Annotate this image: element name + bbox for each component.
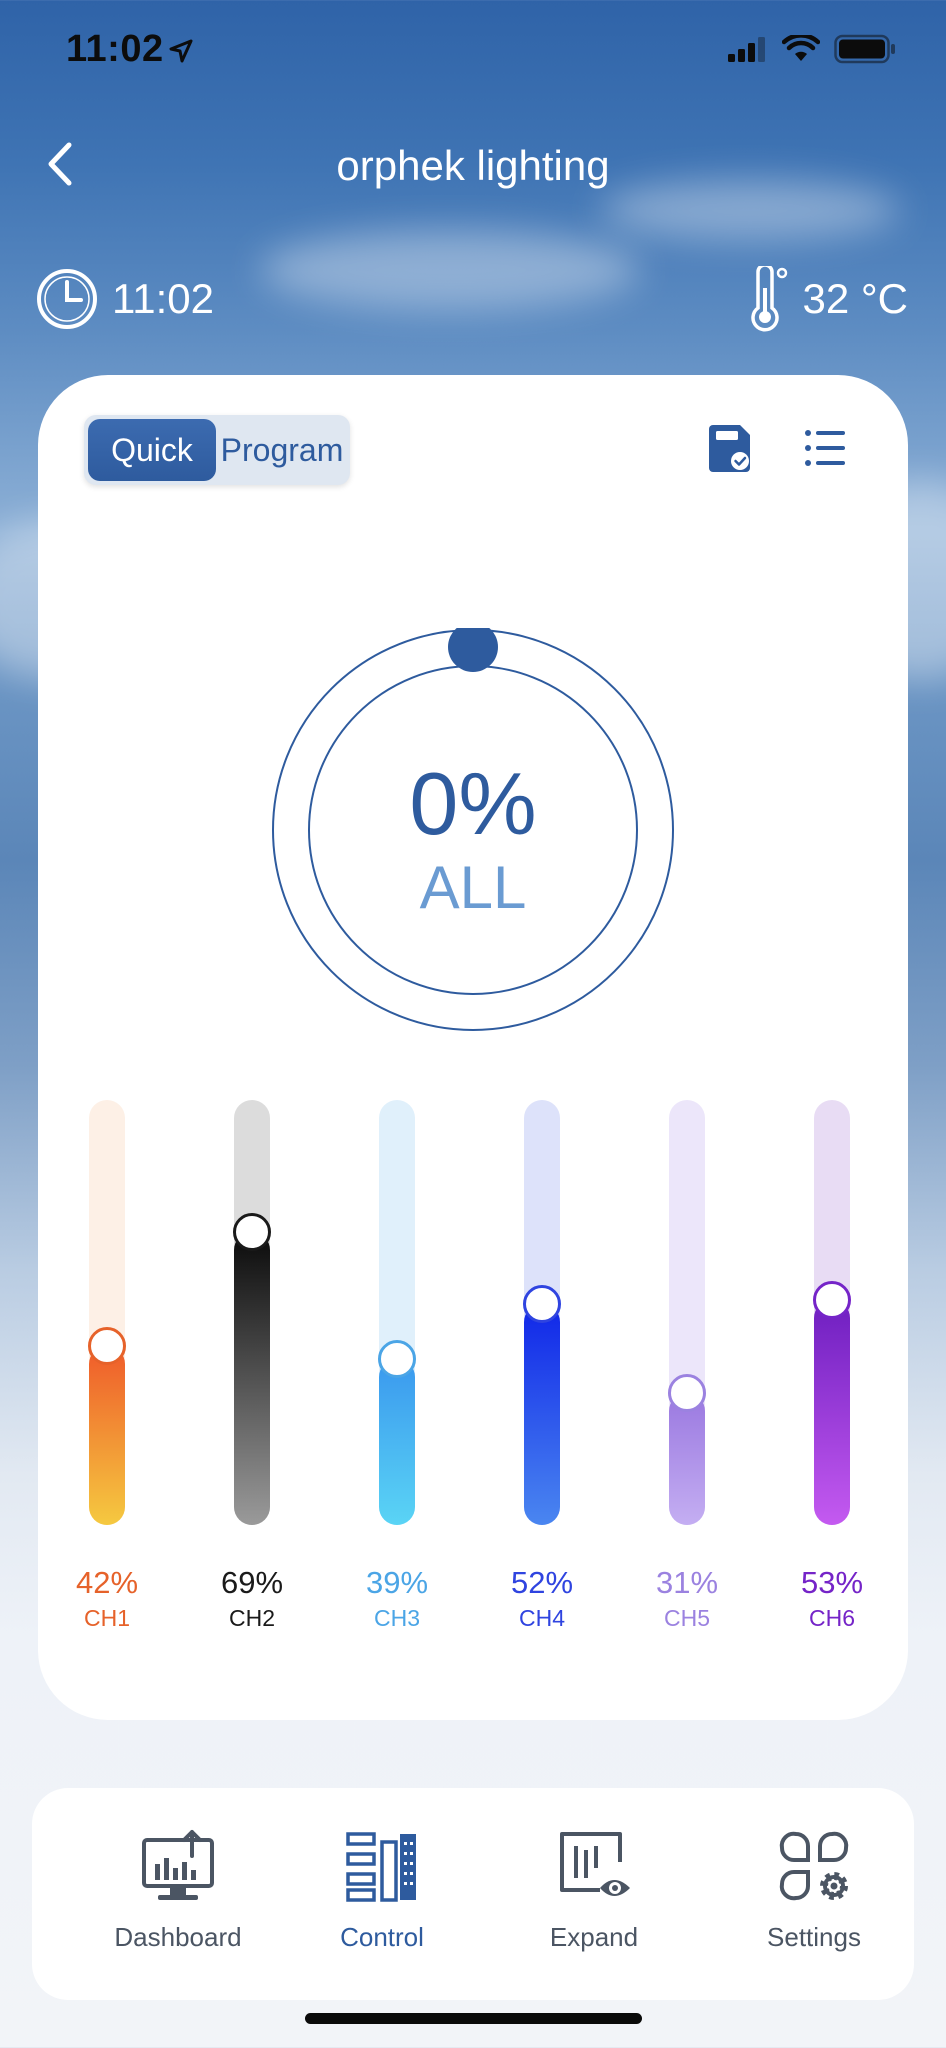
tab-expand-label: Expand <box>549 1922 639 1952</box>
tab-control-label: Control <box>340 1922 424 1952</box>
ch1-fill <box>89 1346 125 1525</box>
ch6-value: 53% <box>800 1565 864 1600</box>
ch5-label: CH5 <box>663 1605 710 1631</box>
temperature-readout: 32 °C <box>744 266 908 332</box>
thermometer-icon <box>751 266 788 332</box>
home-indicator[interactable] <box>305 2013 642 2024</box>
ch3-slider[interactable] <box>378 1100 416 1525</box>
status-icons <box>728 34 896 64</box>
ch5-slider[interactable] <box>668 1100 706 1525</box>
ch1-label: CH1 <box>83 1605 130 1631</box>
wifi-icon <box>782 35 820 61</box>
ch4-value: 52% <box>510 1565 574 1600</box>
settings-icon <box>779 1831 849 1901</box>
dial-thumb <box>448 628 498 672</box>
ch5-value: 31% <box>655 1565 719 1600</box>
ch4-thumb[interactable] <box>523 1285 561 1323</box>
ch3-thumb[interactable] <box>378 1340 416 1378</box>
control-icon <box>346 1832 416 1902</box>
ch2-value: 69% <box>220 1565 284 1600</box>
ch6-slider[interactable] <box>813 1100 851 1525</box>
info-row: 11:02 32 °C <box>0 262 946 334</box>
battery-icon <box>834 34 895 64</box>
current-time: 11:02 <box>36 268 214 330</box>
control-card: Quick Program 0% ALL 42% CH1 69% CH2 39%… <box>38 375 908 1720</box>
ch5-fill <box>669 1393 705 1525</box>
master-label: ALL <box>419 854 527 921</box>
ch6-label: CH6 <box>808 1605 855 1631</box>
ch3-value: 39% <box>365 1565 429 1600</box>
program-mode-tab[interactable]: Program <box>218 419 346 481</box>
save-button[interactable] <box>706 423 754 475</box>
status-time: 11:02 <box>66 28 164 70</box>
location-arrow-icon <box>169 39 193 63</box>
time-value: 11:02 <box>112 275 214 322</box>
status-bar: 11:02 <box>0 0 946 100</box>
ch2-label: CH2 <box>228 1605 275 1631</box>
tab-expand[interactable]: Expand <box>504 1828 684 1978</box>
tab-dashboard-label: Dashboard <box>114 1922 242 1952</box>
quick-mode-tab[interactable]: Quick <box>88 419 216 481</box>
ch4-label: CH4 <box>518 1605 565 1631</box>
temperature-value: 32 °C <box>802 275 908 322</box>
ch3-label: CH3 <box>373 1605 420 1631</box>
mode-toggle: Quick Program <box>84 415 350 485</box>
ch6-thumb[interactable] <box>813 1281 851 1319</box>
ch6-fill <box>814 1300 850 1525</box>
tab-dashboard[interactable]: Dashboard <box>88 1828 268 1978</box>
tab-settings-label: Settings <box>767 1922 861 1952</box>
dashboard-icon <box>142 1830 214 1900</box>
ch1-slider[interactable] <box>88 1100 126 1525</box>
tab-settings[interactable]: Settings <box>724 1828 904 1978</box>
ch2-fill <box>234 1232 270 1525</box>
ch3-fill <box>379 1359 415 1525</box>
tab-bar: Dashboard Control Expand Settings <box>32 1788 914 2000</box>
ch4-fill <box>524 1304 560 1525</box>
expand-icon <box>560 1832 630 1896</box>
ch2-thumb[interactable] <box>233 1213 271 1251</box>
cellular-signal-icon <box>728 37 765 62</box>
list-icon <box>805 430 845 466</box>
ch1-value: 42% <box>75 1565 139 1600</box>
clock-icon <box>37 269 97 329</box>
tab-control[interactable]: Control <box>292 1828 472 1978</box>
list-button[interactable] <box>804 427 846 469</box>
nav-bar: orphek lighting <box>0 130 946 200</box>
ch4-slider[interactable] <box>523 1100 561 1525</box>
master-value: 0% <box>409 754 537 853</box>
ch5-thumb[interactable] <box>668 1374 706 1412</box>
page-title: orphek lighting <box>336 142 610 189</box>
ch2-slider[interactable] <box>233 1100 271 1525</box>
save-icon <box>709 425 750 472</box>
ch1-thumb[interactable] <box>88 1327 126 1365</box>
